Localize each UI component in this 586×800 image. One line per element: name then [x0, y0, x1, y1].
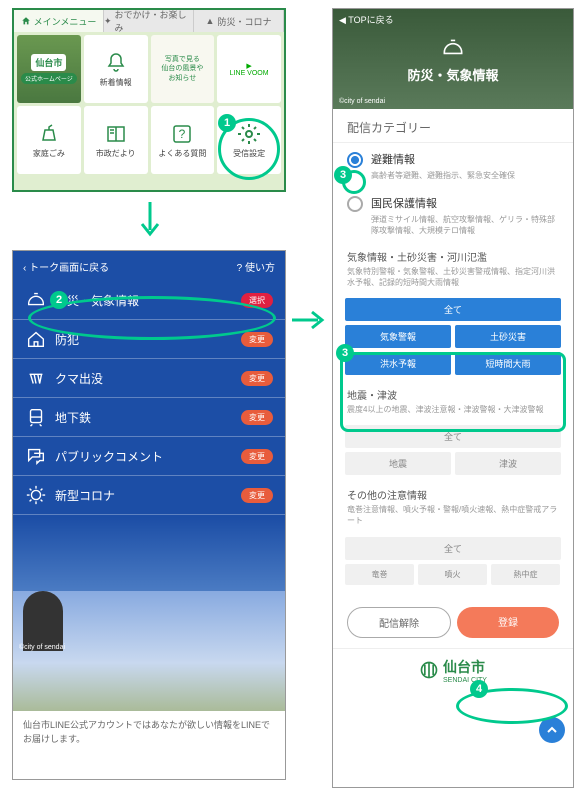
hero-banner: ◀ TOPに戻る 防災・気象情報 ©city of sendai: [333, 9, 573, 109]
chip-tsunami[interactable]: 津波: [455, 452, 561, 475]
menu-item-pubcom[interactable]: パブリックコメント 変更: [13, 437, 285, 476]
svg-text:?: ?: [179, 127, 186, 141]
tile-trash[interactable]: 家庭ごみ: [17, 106, 81, 174]
group-desc: 竜巻注意情報、噴火予報・警報/噴火速報、熱中症警戒アラート: [333, 504, 573, 532]
chip-group-other: 全て 竜巻 噴火 熱中症: [333, 533, 573, 591]
newspaper-icon: [104, 122, 128, 146]
register-button[interactable]: 登録: [457, 607, 559, 638]
help-link[interactable]: ? 使い方: [237, 259, 275, 274]
sendai-logo-icon: [419, 660, 439, 680]
marker-3a: 3: [334, 166, 352, 184]
question-icon: ?: [170, 122, 194, 146]
radio-unchecked-icon: [347, 196, 363, 212]
marker-4: 4: [470, 680, 488, 698]
tile-newsletter[interactable]: 市政だより: [84, 106, 148, 174]
tab-outing[interactable]: ✦おでかけ・お楽しみ: [104, 10, 194, 32]
virus-icon: [25, 484, 47, 506]
panel-footer-text: 仙台市LINE公式アカウントではあなたが欲しい情報をLINEでお届けします。: [13, 711, 285, 754]
chevron-up-icon: [546, 724, 558, 736]
menu-list: 防災・気象情報 選択 防犯 変更 クマ出没 変更 地下鉄 変更 パブリックコメン…: [13, 281, 285, 711]
group-desc: 気象特別警報・気象警報、土砂災害警戒情報、指定河川洪水予報、記録的短時間大雨情報: [333, 266, 573, 294]
hero-title: 防災・気象情報: [407, 65, 498, 84]
back-to-top[interactable]: ◀ TOPに戻る: [339, 13, 394, 26]
badge-change: 変更: [241, 332, 273, 347]
radio-protection[interactable]: 国民保護情報: [333, 187, 573, 214]
helmet-icon: [440, 35, 466, 61]
menu-item-subway[interactable]: 地下鉄 変更: [13, 398, 285, 437]
bell-icon: [104, 51, 128, 75]
house-icon: [25, 328, 47, 350]
unsubscribe-button[interactable]: 配信解除: [347, 607, 451, 638]
chip-weather-warning[interactable]: 気象警報: [345, 325, 451, 348]
radio-evacuation[interactable]: 避難情報: [333, 143, 573, 170]
group-title-other: その他の注意情報: [333, 481, 573, 504]
button-row: 配信解除 登録: [333, 591, 573, 648]
arrow-right-icon: [290, 310, 326, 330]
back-link[interactable]: ‹ トーク画面に戻る: [23, 259, 109, 274]
radio-desc: 弾道ミサイル情報、航空攻撃情報、ゲリラ・特殊部隊攻撃情報、大規模テロ情報: [333, 214, 573, 242]
arrow-down-icon: [140, 200, 160, 240]
badge-change: 変更: [241, 449, 273, 464]
trash-icon: [37, 122, 61, 146]
chip-all[interactable]: 全て: [345, 298, 561, 321]
marker-2: 2: [50, 291, 68, 309]
train-icon: [25, 406, 47, 428]
chip-all[interactable]: 全て: [345, 537, 561, 560]
chip-heatstroke[interactable]: 熱中症: [491, 564, 560, 585]
tab-main[interactable]: メインメニュー: [14, 10, 104, 32]
section-title: 配信カテゴリー: [333, 109, 573, 143]
chip-eruption[interactable]: 噴火: [418, 564, 487, 585]
tile-logo[interactable]: 仙台市 公式ホームページ: [17, 35, 81, 103]
marker-1: 1: [218, 114, 236, 132]
tab-disaster[interactable]: ▲防災・コロナ: [194, 10, 284, 32]
comment-icon: [25, 445, 47, 467]
radio-checked-icon: [347, 152, 363, 168]
highlight-3b: [340, 352, 566, 432]
badge-change: 変更: [241, 371, 273, 386]
panel-header: ‹ トーク画面に戻る ? 使い方: [13, 251, 285, 281]
chip-landslide[interactable]: 土砂災害: [455, 325, 561, 348]
tile-voom[interactable]: ▶LINE VOOM: [217, 35, 281, 103]
chip-tornado[interactable]: 竜巻: [345, 564, 414, 585]
image-credit: ©city of sendai: [19, 644, 65, 651]
menu-item-corona[interactable]: 新型コロナ 変更: [13, 476, 285, 515]
image-credit: ©city of sendai: [339, 98, 385, 105]
tile-faq[interactable]: ? よくある質問: [151, 106, 215, 174]
badge-change: 変更: [241, 410, 273, 425]
statue-silhouette: [23, 591, 63, 651]
menu-item-bear[interactable]: クマ出没 変更: [13, 359, 285, 398]
radio-desc: 高齢者等避難、避難指示、緊急安全確保: [333, 170, 573, 187]
marker-3b: 3: [336, 344, 354, 362]
tile-photo[interactable]: 写真で見る 仙台の風景や お知らせ: [151, 35, 215, 103]
chip-earthquake[interactable]: 地震: [345, 452, 451, 475]
panel-footer: 仙台市SENDAI CITY: [333, 648, 573, 692]
group-title-weather: 気象情報・土砂災害・河川氾濫: [333, 243, 573, 266]
badge-change: 変更: [241, 488, 273, 503]
bear-icon: [25, 367, 47, 389]
tile-news[interactable]: 新着情報: [84, 35, 148, 103]
tab-bar: メインメニュー ✦おでかけ・お楽しみ ▲防災・コロナ: [14, 10, 284, 32]
